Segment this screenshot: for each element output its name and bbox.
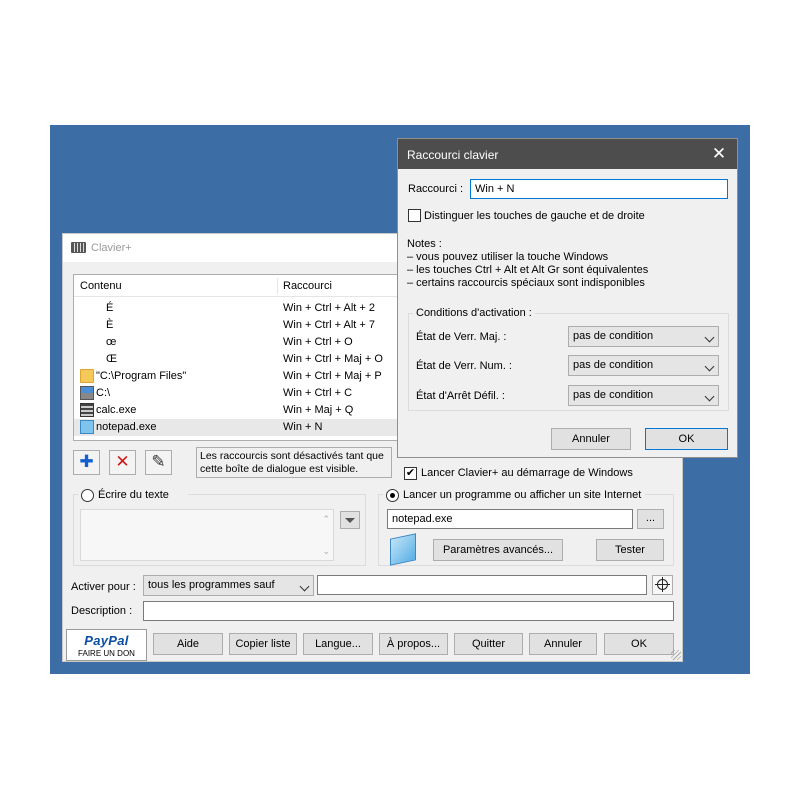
- advanced-settings-button[interactable]: Paramètres avancés...: [433, 539, 563, 561]
- description-input[interactable]: [143, 601, 674, 621]
- program-path-input[interactable]: notepad.exe: [387, 509, 633, 529]
- write-text-radio-label[interactable]: Écrire du texte: [98, 489, 169, 501]
- dropdown-arrow-icon: [345, 518, 355, 523]
- distinguish-keys-checkbox[interactable]: [408, 209, 421, 222]
- folder-icon: [80, 369, 94, 383]
- about-button[interactable]: À propos...: [379, 633, 448, 655]
- chevron-down-icon: [704, 391, 715, 402]
- chevron-down-icon: [704, 332, 715, 343]
- activate-for-label: Activer pour :: [71, 581, 136, 593]
- dialog-titlebar[interactable]: Raccourci clavier ✕: [398, 139, 737, 169]
- column-divider: [277, 278, 278, 294]
- shortcut-label: Raccourci :: [408, 183, 464, 195]
- calculator-icon: [80, 403, 94, 417]
- write-text-radio[interactable]: [81, 489, 94, 502]
- dialog-cancel-button[interactable]: Annuler: [551, 428, 631, 450]
- copy-list-button[interactable]: Copier liste: [229, 633, 297, 655]
- activate-for-value: tous les programmes sauf: [148, 579, 275, 591]
- num-lock-value: pas de condition: [573, 359, 654, 371]
- scroll-lock-value: pas de condition: [573, 389, 654, 401]
- activate-for-dropdown[interactable]: tous les programmes sauf: [143, 575, 314, 596]
- launch-program-radio[interactable]: [386, 489, 399, 502]
- shortcuts-disabled-note: Les raccourcis sont désactivés tant que …: [196, 447, 392, 478]
- caps-lock-label: État de Verr. Maj. :: [416, 331, 507, 343]
- scroll-lock-label: État d'Arrêt Défil. :: [416, 390, 505, 402]
- note-line: – les touches Ctrl + Alt et Alt Gr sont …: [407, 264, 649, 276]
- close-icon[interactable]: ✕: [708, 143, 730, 165]
- test-button[interactable]: Tester: [596, 539, 664, 561]
- shortcut-dialog: Raccourci clavier ✕ Raccourci : Win + N …: [397, 138, 738, 458]
- launch-program-radio-label[interactable]: Lancer un programme ou afficher un site …: [403, 489, 641, 501]
- edit-shortcut-button[interactable]: ✎: [145, 450, 172, 475]
- startup-checkbox[interactable]: ✔: [404, 467, 417, 480]
- num-lock-label: État de Verr. Num. :: [416, 360, 512, 372]
- help-button[interactable]: Aide: [153, 633, 223, 655]
- programs-list-input[interactable]: [317, 575, 647, 595]
- drive-icon: [80, 386, 94, 400]
- browse-button[interactable]: ...: [637, 509, 664, 529]
- add-shortcut-button[interactable]: ✚: [73, 450, 100, 475]
- scroll-up-icon[interactable]: ⌃: [322, 514, 330, 525]
- window-title: Clavier+: [91, 242, 132, 254]
- chevron-down-icon: [299, 581, 310, 592]
- description-label: Description :: [71, 605, 133, 617]
- resize-grip-icon[interactable]: [671, 650, 681, 660]
- column-header-shortcut[interactable]: Raccourci: [283, 275, 332, 297]
- paypal-donate-button[interactable]: PayPal FAIRE UN DON: [66, 629, 147, 661]
- keyboard-icon: [71, 242, 86, 253]
- notepad-icon: [80, 420, 94, 434]
- shortcut-input[interactable]: Win + N: [470, 179, 728, 199]
- launch-program-group: notepad.exe ... Paramètres avancés... Te…: [378, 494, 674, 566]
- crosshair-horizontal: [655, 584, 670, 585]
- num-lock-dropdown[interactable]: pas de condition: [568, 355, 719, 376]
- activation-conditions-title: Conditions d'activation :: [413, 307, 535, 319]
- cancel-button[interactable]: Annuler: [529, 633, 597, 655]
- paypal-logo: PayPal: [84, 633, 129, 648]
- chevron-down-icon: [704, 361, 715, 372]
- window-picker-button[interactable]: [652, 575, 673, 595]
- insert-menu-button[interactable]: [340, 511, 360, 529]
- caps-lock-dropdown[interactable]: pas de condition: [568, 326, 719, 347]
- write-text-group: ⌃ ⌄: [73, 494, 366, 566]
- distinguish-keys-label[interactable]: Distinguer les touches de gauche et de d…: [424, 210, 645, 222]
- scroll-lock-dropdown[interactable]: pas de condition: [568, 385, 719, 406]
- notepad-icon: [390, 533, 416, 566]
- language-button[interactable]: Langue...: [303, 633, 373, 655]
- text-to-write-area[interactable]: ⌃ ⌄: [80, 509, 334, 561]
- scroll-down-icon[interactable]: ⌄: [322, 546, 330, 557]
- paypal-donate-label: FAIRE UN DON: [78, 649, 135, 658]
- delete-shortcut-button[interactable]: ✕: [109, 450, 136, 475]
- quit-button[interactable]: Quitter: [454, 633, 523, 655]
- ok-button[interactable]: OK: [604, 633, 674, 655]
- column-header-content[interactable]: Contenu: [80, 275, 122, 297]
- dialog-ok-button[interactable]: OK: [645, 428, 728, 450]
- note-line: – certains raccourcis spéciaux sont indi…: [407, 277, 645, 289]
- startup-checkbox-label[interactable]: Lancer Clavier+ au démarrage de Windows: [421, 467, 633, 479]
- notes-title: Notes :: [407, 238, 442, 250]
- note-line: – vous pouvez utiliser la touche Windows: [407, 251, 609, 263]
- caps-lock-value: pas de condition: [573, 330, 654, 342]
- dialog-title: Raccourci clavier: [407, 148, 499, 162]
